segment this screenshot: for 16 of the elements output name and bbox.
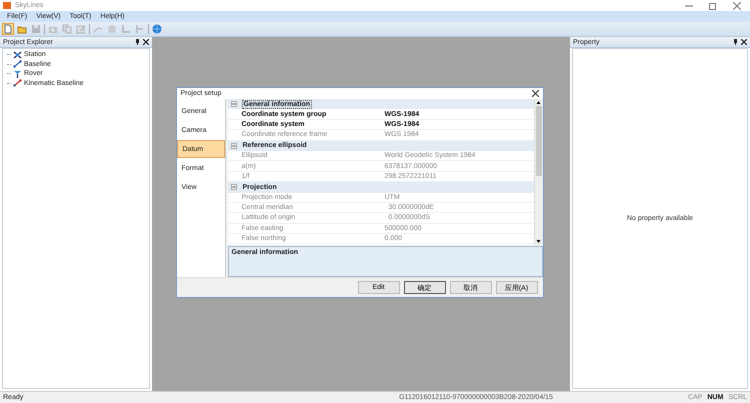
station-icon — [13, 50, 22, 59]
app-logo-icon — [3, 2, 11, 9]
collapse-icon[interactable] — [230, 142, 236, 149]
globe-icon[interactable] — [151, 23, 163, 35]
pin-icon[interactable] — [733, 39, 738, 45]
antenna-icon — [13, 70, 22, 78]
pin-icon[interactable] — [135, 39, 140, 45]
close-icon[interactable] — [143, 39, 149, 45]
restore-icon[interactable] — [709, 2, 717, 10]
baseline-icon — [13, 79, 22, 88]
collapse-icon[interactable] — [230, 101, 236, 108]
new-icon[interactable] — [2, 23, 14, 35]
baseline-icon — [13, 60, 22, 68]
collapse-icon[interactable] — [230, 184, 236, 190]
close-icon[interactable] — [741, 39, 747, 45]
close-icon[interactable] — [532, 90, 538, 97]
